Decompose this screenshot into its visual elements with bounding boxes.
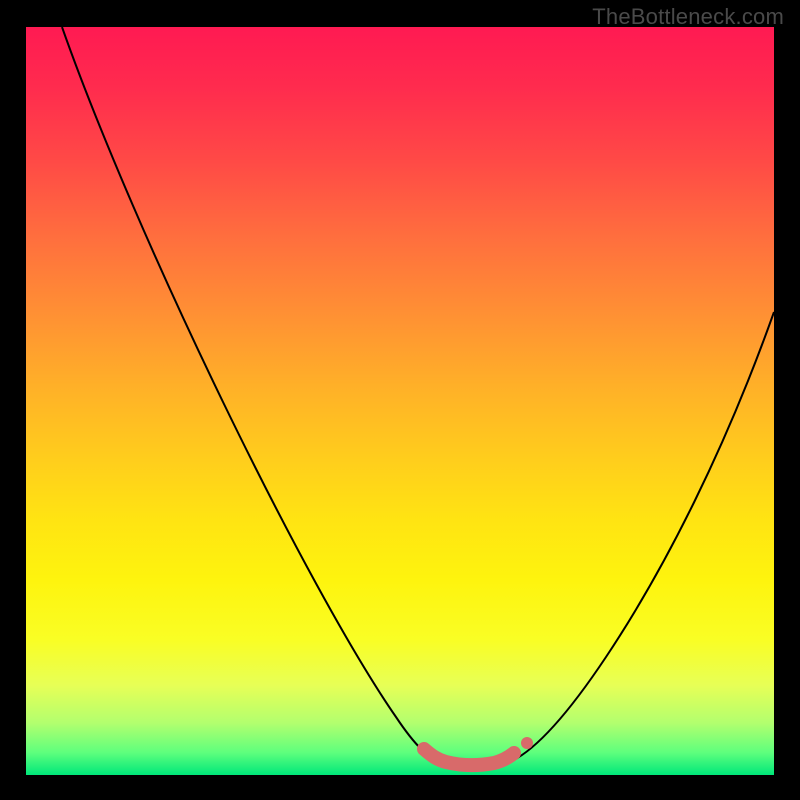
left-curve [62, 27, 476, 764]
right-curve [476, 312, 774, 764]
optimum-marker-dot [521, 737, 533, 749]
chart-frame: TheBottleneck.com [0, 0, 800, 800]
optimum-marker-band [424, 749, 514, 765]
chart-curves [26, 27, 774, 775]
